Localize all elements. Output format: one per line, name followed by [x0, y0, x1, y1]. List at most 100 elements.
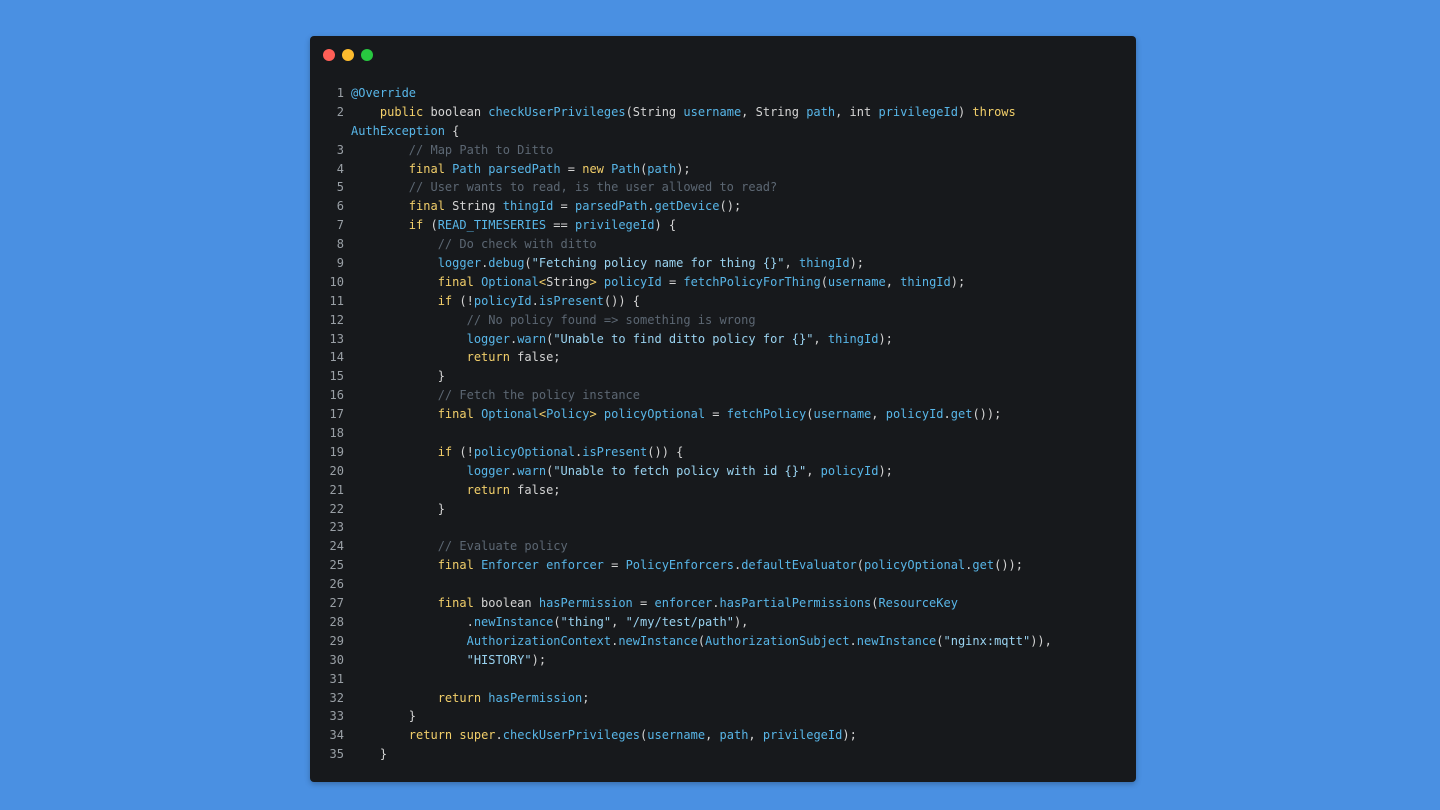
code-token: ());	[994, 558, 1023, 573]
code-token: =	[705, 407, 727, 422]
code-token: (	[697, 633, 706, 648]
code-text: "HISTORY");	[344, 651, 546, 670]
code-text: return super.checkUserPrivileges(usernam…	[344, 726, 857, 745]
code-token: final	[408, 161, 445, 176]
code-token: public	[379, 104, 424, 119]
code-token: enforcer	[546, 558, 604, 573]
code-token: logger	[437, 256, 482, 271]
code-line: 27 final boolean hasPermission = enforce…	[310, 594, 1136, 613]
code-token: path	[647, 161, 677, 176]
line-number: 16	[329, 388, 344, 403]
code-token: boolean	[423, 104, 489, 119]
code-token: // Do check with ditto	[437, 237, 597, 252]
code-text: final boolean hasPermission = enforcer.h…	[344, 594, 958, 613]
code-token: );	[676, 161, 691, 176]
code-token: ;	[582, 690, 590, 705]
code-token: hasPermission	[538, 596, 633, 611]
code-token: ,	[784, 256, 799, 271]
code-line: AuthException {	[310, 122, 1136, 141]
code-token: PolicyEnforcers	[625, 558, 734, 573]
code-token: newInstance	[856, 633, 937, 648]
line-number: 34	[329, 728, 344, 743]
code-token: Policy	[546, 407, 590, 422]
code-token: ResourceKey	[878, 596, 958, 611]
code-token: isPresent	[538, 293, 604, 308]
code-text: return hasPermission;	[344, 689, 590, 708]
code-token: ==	[546, 218, 575, 233]
code-token: AuthException	[351, 123, 445, 138]
code-token: (	[936, 633, 944, 648]
code-text: AuthorizationContext.newInstance(Authori…	[344, 632, 1052, 651]
code-token: enforcer	[654, 596, 713, 611]
code-text: public boolean checkUserPrivileges(Strin…	[344, 103, 1016, 122]
line-number: 25	[329, 558, 344, 573]
code-line: 19 if (!policyOptional.isPresent()) {	[310, 443, 1136, 462]
minimize-window-icon[interactable]	[342, 49, 354, 61]
code-token: AuthorizationSubject	[705, 633, 850, 648]
line-number: 4	[336, 161, 344, 176]
code-line: 35 }	[310, 745, 1136, 764]
code-token: final	[408, 199, 445, 214]
code-token: ,	[806, 463, 821, 478]
code-editor: 1 @Override 2 public boolean checkUserPriv…	[310, 84, 1136, 764]
code-text: if (!policyOptional.isPresent()) {	[344, 443, 684, 462]
code-token: privilegeId	[574, 218, 655, 233]
line-number: 5	[336, 180, 344, 195]
code-token: debug	[488, 256, 525, 271]
code-token: READ_TIMESERIES	[437, 218, 547, 233]
line-number: 30	[329, 652, 344, 667]
code-line: 8 // Do check with ditto	[310, 235, 1136, 254]
code-line: 3 // Map Path to Ditto	[310, 141, 1136, 160]
code-token: thingId	[502, 199, 554, 214]
code-text: .newInstance("thing", "/my/test/path"),	[344, 613, 749, 632]
code-token: )),	[1030, 633, 1052, 648]
code-text: if (!policyId.isPresent()) {	[344, 292, 640, 311]
code-token: if	[437, 444, 453, 459]
line-number: 17	[329, 407, 344, 422]
code-token: throws	[972, 104, 1016, 119]
code-token: ,	[611, 614, 626, 629]
code-line: 6 final String thingId = parsedPath.getD…	[310, 197, 1136, 216]
code-line: 26	[310, 575, 1136, 594]
code-text: final Optional<Policy> policyOptional = …	[344, 405, 1002, 424]
code-token: (String	[625, 104, 684, 119]
code-text: logger.warn("Unable to find ditto policy…	[344, 330, 893, 349]
code-line: 20 logger.warn("Unable to fetch policy w…	[310, 462, 1136, 481]
code-token: (	[423, 218, 438, 233]
code-line: 24 // Evaluate policy	[310, 537, 1136, 556]
code-token: new	[582, 161, 604, 176]
code-token: final	[437, 596, 474, 611]
code-line: 33 }	[310, 707, 1136, 726]
code-token: username	[683, 104, 742, 119]
code-token: "/my/test/path"	[625, 614, 734, 629]
close-window-icon[interactable]	[323, 49, 335, 61]
code-line: 12 // No policy found => something is wr…	[310, 311, 1136, 330]
code-token: policyOptional	[473, 444, 575, 459]
code-token: "Fetching policy name for thing {}"	[531, 256, 785, 271]
line-number: 32	[329, 690, 344, 705]
maximize-window-icon[interactable]	[361, 49, 373, 61]
code-token: }	[351, 501, 445, 516]
code-token: privilegeId	[762, 728, 843, 743]
code-token: ,	[748, 728, 763, 743]
code-token: privilegeId	[878, 104, 958, 119]
code-line: 22 }	[310, 500, 1136, 519]
code-token: get	[972, 558, 995, 573]
code-token: "nginx:mqtt"	[943, 633, 1031, 648]
code-text: }	[344, 500, 445, 519]
code-token: .	[849, 633, 857, 648]
code-token: ();	[719, 199, 742, 214]
code-token: username	[827, 274, 886, 289]
line-number: 1	[336, 86, 344, 100]
code-token: defaultEvaluator	[741, 558, 857, 573]
code-token: Optional	[481, 274, 539, 289]
code-token: final	[437, 407, 474, 422]
code-token: )	[957, 104, 973, 119]
